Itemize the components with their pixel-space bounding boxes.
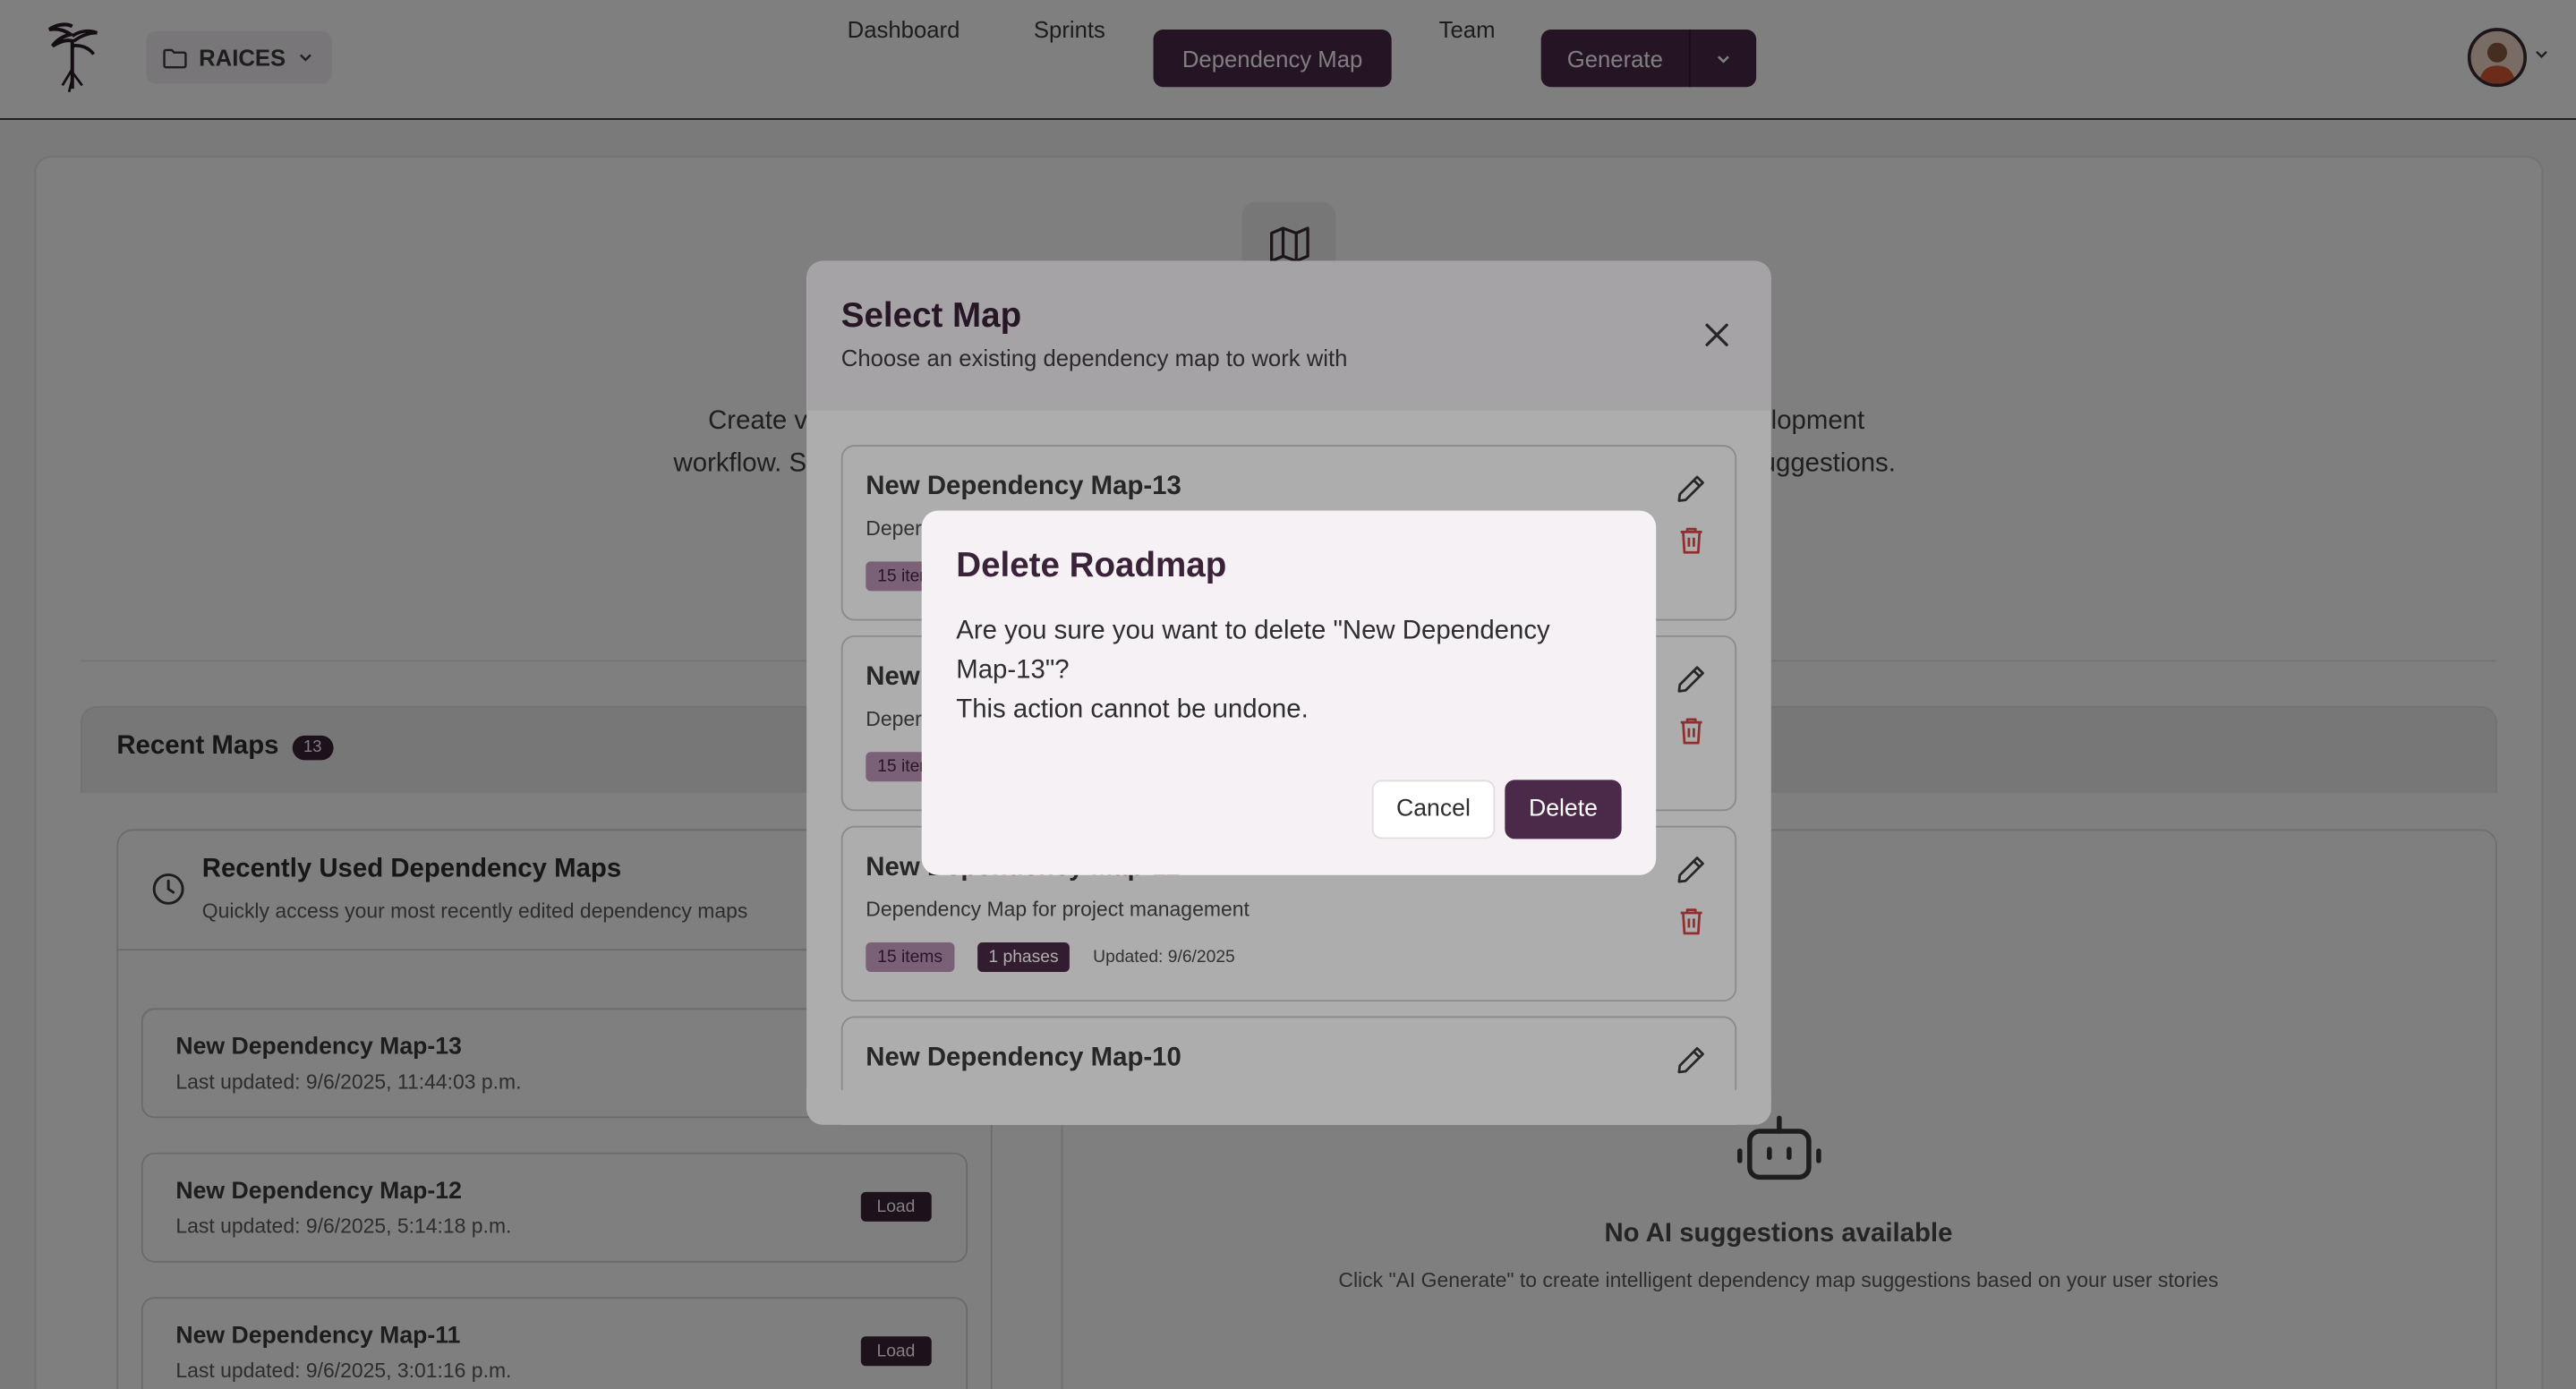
delete-roadmap-dialog: Delete Roadmap Are you sure you want to … xyxy=(921,510,1657,875)
delete-message-line: This action cannot be undone. xyxy=(956,695,1309,725)
cancel-button[interactable]: Cancel xyxy=(1371,780,1496,839)
delete-message-line: Are you sure you want to delete "New Dep… xyxy=(956,617,1550,645)
delete-message-line: Map-13"? xyxy=(956,656,1070,685)
delete-button[interactable]: Delete xyxy=(1505,780,1622,839)
delete-dialog-title: Delete Roadmap xyxy=(956,546,1227,585)
delete-dialog-message: Are you sure you want to delete "New Dep… xyxy=(956,612,1613,730)
